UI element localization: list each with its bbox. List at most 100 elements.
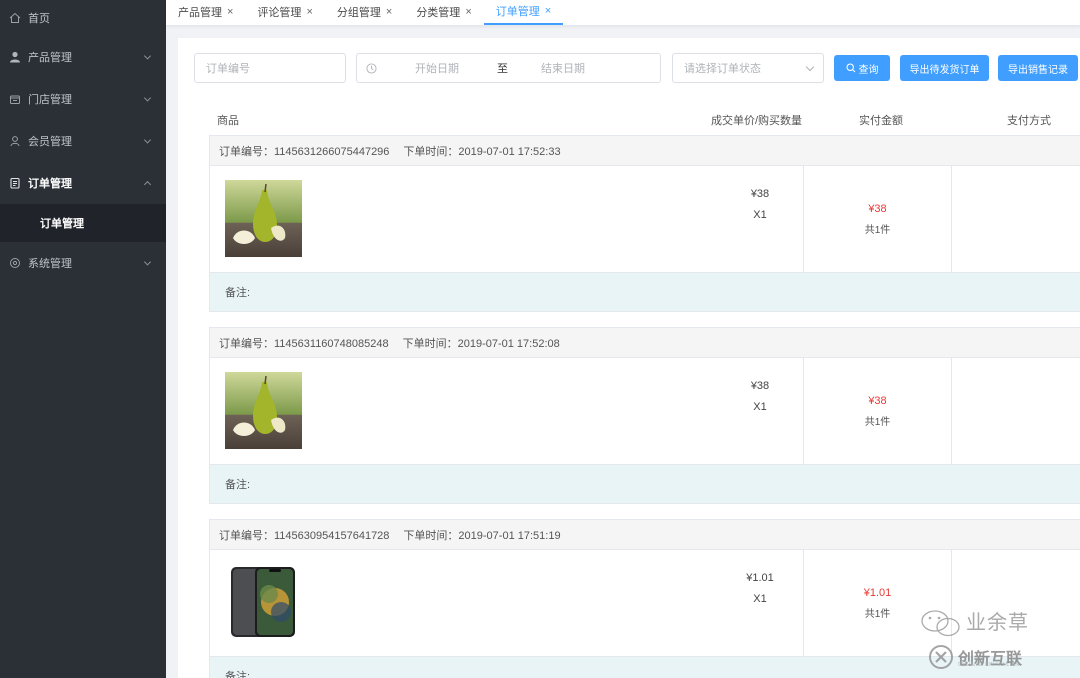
order-header: 订单编号：1145631160748085248 下单时间：2019-07-01… <box>210 328 1080 358</box>
sidebar-item-products[interactable]: 产品管理 <box>0 36 166 78</box>
pear-image[interactable] <box>225 180 302 257</box>
query-button-label: 查询 <box>858 64 879 76</box>
order-card: 订单编号：1145631266075447296 下单时间：2019-07-01… <box>209 135 1080 312</box>
date-separator: 至 <box>497 63 508 75</box>
tab-orders[interactable]: 订单管理 × <box>483 0 564 25</box>
unit-price: ¥38 <box>750 188 770 200</box>
quantity: X1 <box>753 401 767 413</box>
order-header: 订单编号：1145631266075447296 下单时间：2019-07-01… <box>210 136 1080 166</box>
close-icon[interactable]: × <box>545 5 551 17</box>
unit-price-qty: ¥38 X1 <box>730 376 790 418</box>
sidebar-item-label: 系统管理 <box>28 258 72 270</box>
order-number: 订单编号：1145630954157641728 <box>219 529 390 542</box>
tab-groups[interactable]: 分组管理 × <box>325 0 404 25</box>
sidebar-subitem-orders[interactable]: 订单管理 <box>0 204 166 242</box>
export-pending-button[interactable]: 导出待发货订单 <box>900 55 989 81</box>
order-row: ¥38 X1 ¥38 共1件 <box>210 166 1080 273</box>
order-time: 下单时间：2019-07-01 17:51:19 <box>403 529 561 542</box>
column-product: 商品 <box>217 115 239 127</box>
brand-subtitle: CHUANG XIN HU LIAN <box>958 662 1020 668</box>
query-button[interactable]: 查询 <box>834 55 890 81</box>
brand-logo-icon <box>929 645 953 669</box>
tab-label: 分组管理 <box>336 7 381 19</box>
close-icon[interactable]: × <box>227 6 233 18</box>
close-icon[interactable]: × <box>386 6 392 18</box>
tab-label: 分类管理 <box>416 7 461 19</box>
paid-amount: ¥1.01 <box>863 587 892 599</box>
cell-divider <box>951 358 952 464</box>
tab-label: 订单管理 <box>495 6 540 18</box>
tab-label: 评论管理 <box>257 7 302 19</box>
sidebar-item-stores[interactable]: 门店管理 <box>0 78 166 120</box>
chevron-down-icon <box>143 94 152 102</box>
order-card: 订单编号：1145631160748085248 下单时间：2019-07-01… <box>209 327 1080 504</box>
chevron-down-icon <box>143 136 152 144</box>
paid-amount: ¥38 <box>868 395 887 407</box>
sidebar: 首页 产品管理 门店管理 会员管理 订单管理 订单管理 系统管理 <box>0 0 166 678</box>
tab-products[interactable]: 产品管理 × <box>166 0 245 25</box>
watermark: 业余草 创新互联 CHUANG XIN HU LIAN <box>916 606 1076 670</box>
order-icon <box>8 176 22 190</box>
chevron-down-icon <box>143 52 152 60</box>
order-no-placeholder: 订单编号 <box>206 63 250 75</box>
order-note: 备注: <box>210 465 1080 503</box>
order-number: 订单编号：1145631266075447296 <box>219 145 390 158</box>
clock-icon <box>366 63 377 77</box>
watermark-text: 业余草 <box>966 610 1029 634</box>
wechat-icon <box>920 608 962 641</box>
order-header: 订单编号：1145630954157641728 下单时间：2019-07-01… <box>210 520 1080 550</box>
sidebar-item-members[interactable]: 会员管理 <box>0 120 166 162</box>
order-status-select[interactable]: 请选择订单状态 <box>672 53 824 83</box>
settings-icon <box>8 256 22 270</box>
sidebar-item-label: 门店管理 <box>28 94 72 106</box>
sidebar-item-label: 订单管理 <box>28 178 72 190</box>
column-pay-method: 支付方式 <box>1007 115 1051 127</box>
table-header: 商品 成交单价/购买数量 实付金额 支付方式 <box>208 108 1080 128</box>
export-sales-button[interactable]: 导出销售记录 <box>998 55 1078 81</box>
paid-amount-cell: ¥38 共1件 <box>804 198 951 242</box>
order-no-input[interactable]: 订单编号 <box>194 53 346 83</box>
sidebar-item-home[interactable]: 首页 <box>0 0 166 36</box>
paid-amount: ¥38 <box>868 203 887 215</box>
sidebar-item-label: 首页 <box>28 13 50 25</box>
date-range-picker[interactable]: 开始日期 至 结束日期 <box>356 53 661 83</box>
pear-image[interactable] <box>225 372 302 449</box>
tab-comments[interactable]: 评论管理 × <box>245 0 324 25</box>
sidebar-item-label: 产品管理 <box>28 52 72 64</box>
column-unit-qty: 成交单价/购买数量 <box>711 115 803 127</box>
start-date-field[interactable]: 开始日期 <box>415 60 459 76</box>
item-count: 共1件 <box>864 417 891 428</box>
sidebar-submenu: 订单管理 <box>0 204 166 242</box>
tab-bar: 产品管理 × 评论管理 × 分组管理 × 分类管理 × 订单管理 × <box>166 0 1080 26</box>
main-panel: 订单编号 开始日期 至 结束日期 请选择订单状态 查询 导出待发货订单 导出销售… <box>178 38 1080 678</box>
home-icon <box>8 11 22 25</box>
brand-logo: 创新互联 CHUANG XIN HU LIAN <box>928 644 1022 670</box>
end-date-field[interactable]: 结束日期 <box>541 60 585 76</box>
paid-amount-cell: ¥38 共1件 <box>804 390 951 434</box>
user-icon <box>8 50 22 64</box>
tab-categories[interactable]: 分类管理 × <box>404 0 483 25</box>
cell-divider <box>951 166 952 272</box>
item-count: 共1件 <box>864 225 891 236</box>
chevron-down-icon <box>805 62 815 72</box>
column-paid-amount: 实付金额 <box>859 115 903 127</box>
sidebar-item-label: 会员管理 <box>28 136 72 148</box>
sidebar-item-system[interactable]: 系统管理 <box>0 242 166 284</box>
close-icon[interactable]: × <box>465 6 471 18</box>
quantity: X1 <box>753 209 767 221</box>
unit-price: ¥1.01 <box>746 572 774 584</box>
order-time: 下单时间：2019-07-01 17:52:33 <box>403 145 561 158</box>
store-icon <box>8 92 22 106</box>
phone-image[interactable] <box>225 564 302 641</box>
filter-bar: 订单编号 开始日期 至 结束日期 请选择订单状态 查询 导出待发货订单 导出销售… <box>194 53 1080 83</box>
order-number: 订单编号：1145631160748085248 <box>219 337 389 350</box>
chevron-up-icon <box>143 180 152 189</box>
order-status-placeholder: 请选择订单状态 <box>684 63 761 75</box>
sidebar-item-orders[interactable]: 订单管理 <box>0 162 166 204</box>
unit-price-qty: ¥1.01 X1 <box>730 568 790 610</box>
quantity: X1 <box>753 593 767 605</box>
chevron-down-icon <box>143 258 152 266</box>
close-icon[interactable]: × <box>306 6 312 18</box>
search-icon <box>845 63 856 73</box>
unit-price: ¥38 <box>750 380 770 392</box>
